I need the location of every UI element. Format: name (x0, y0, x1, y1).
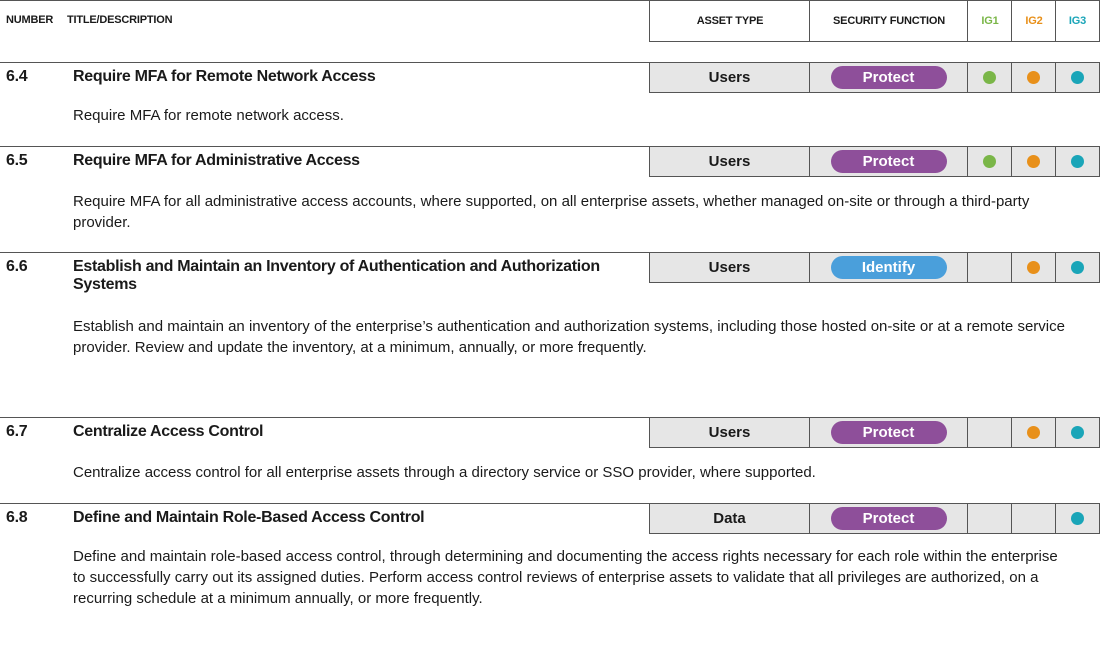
header-ig2: IG2 (1011, 0, 1056, 42)
ig2-cell (1011, 417, 1056, 448)
control-number: 6.6 (6, 258, 28, 275)
control-row-6-6: 6.6 Establish and Maintain an Inventory … (0, 252, 1100, 293)
ig2-dot-icon (1027, 71, 1040, 84)
asset-type-cell: Users (649, 62, 810, 93)
header-bottom-rule (649, 41, 1100, 42)
control-number: 6.8 (6, 509, 28, 526)
ig3-cell (1055, 146, 1100, 177)
ig1-cell (967, 417, 1012, 448)
ig2-cell (1011, 62, 1056, 93)
ig3-dot-icon (1071, 426, 1084, 439)
header-security-function: SECURITY FUNCTION (809, 0, 968, 42)
ig3-cell (1055, 417, 1100, 448)
security-function-cell: Protect (809, 417, 968, 448)
ig1-cell (967, 62, 1012, 93)
control-description: Require MFA for all administrative acces… (73, 193, 1030, 231)
security-function-cell: Protect (809, 62, 968, 93)
ig1-cell (967, 252, 1012, 283)
protect-badge: Protect (830, 507, 947, 530)
control-description: Require MFA for remote network access. (73, 107, 344, 124)
header-ig1: IG1 (967, 0, 1012, 42)
security-function-cell: Protect (809, 146, 968, 177)
header-number: NUMBER (6, 14, 54, 26)
ig3-cell (1055, 503, 1100, 534)
security-function-cell: Identify (809, 252, 968, 283)
control-title: Define and Maintain Role-Based Access Co… (73, 509, 425, 526)
ig3-dot-icon (1071, 71, 1084, 84)
ig1-dot-icon (983, 155, 996, 168)
ig2-cell (1011, 503, 1056, 534)
control-description: Define and maintain role-based access co… (73, 548, 1058, 607)
control-description: Centralize access control for all enterp… (73, 464, 816, 481)
protect-badge: Protect (830, 421, 947, 444)
table-header: NUMBER TITLE/DESCRIPTION ASSET TYPE SECU… (0, 0, 1100, 42)
control-row-6-7: 6.7 Centralize Access Control Users Prot… (0, 417, 1100, 448)
ig1-dot-icon (983, 71, 996, 84)
control-title: Establish and Maintain an Inventory of A… (73, 258, 600, 293)
identify-badge: Identify (830, 256, 947, 279)
header-ig3: IG3 (1055, 0, 1100, 42)
control-title: Centralize Access Control (73, 423, 264, 440)
control-row-6-5: 6.5 Require MFA for Administrative Acces… (0, 146, 1100, 177)
ig2-cell (1011, 146, 1056, 177)
header-title: TITLE/DESCRIPTION (67, 14, 173, 26)
asset-type-cell: Users (649, 417, 810, 448)
ig2-dot-icon (1027, 261, 1040, 274)
control-number: 6.7 (6, 423, 28, 440)
protect-badge: Protect (830, 66, 947, 89)
ig3-dot-icon (1071, 261, 1084, 274)
control-number: 6.5 (6, 152, 28, 169)
ig2-cell (1011, 252, 1056, 283)
control-title: Require MFA for Remote Network Access (73, 68, 376, 85)
ig1-cell (967, 146, 1012, 177)
ig3-dot-icon (1071, 155, 1084, 168)
control-number: 6.4 (6, 68, 28, 85)
control-row-6-4: 6.4 Require MFA for Remote Network Acces… (0, 62, 1100, 93)
control-description: Establish and maintain an inventory of t… (73, 318, 1065, 356)
ig3-dot-icon (1071, 512, 1084, 525)
ig1-cell (967, 503, 1012, 534)
protect-badge: Protect (830, 150, 947, 173)
asset-type-cell: Users (649, 146, 810, 177)
ig2-dot-icon (1027, 426, 1040, 439)
ig2-dot-icon (1027, 155, 1040, 168)
header-asset-type: ASSET TYPE (649, 0, 810, 42)
asset-type-cell: Users (649, 252, 810, 283)
ig3-cell (1055, 252, 1100, 283)
control-title: Require MFA for Administrative Access (73, 152, 360, 169)
security-function-cell: Protect (809, 503, 968, 534)
ig3-cell (1055, 62, 1100, 93)
asset-type-cell: Data (649, 503, 810, 534)
control-row-6-8: 6.8 Define and Maintain Role-Based Acces… (0, 503, 1100, 534)
